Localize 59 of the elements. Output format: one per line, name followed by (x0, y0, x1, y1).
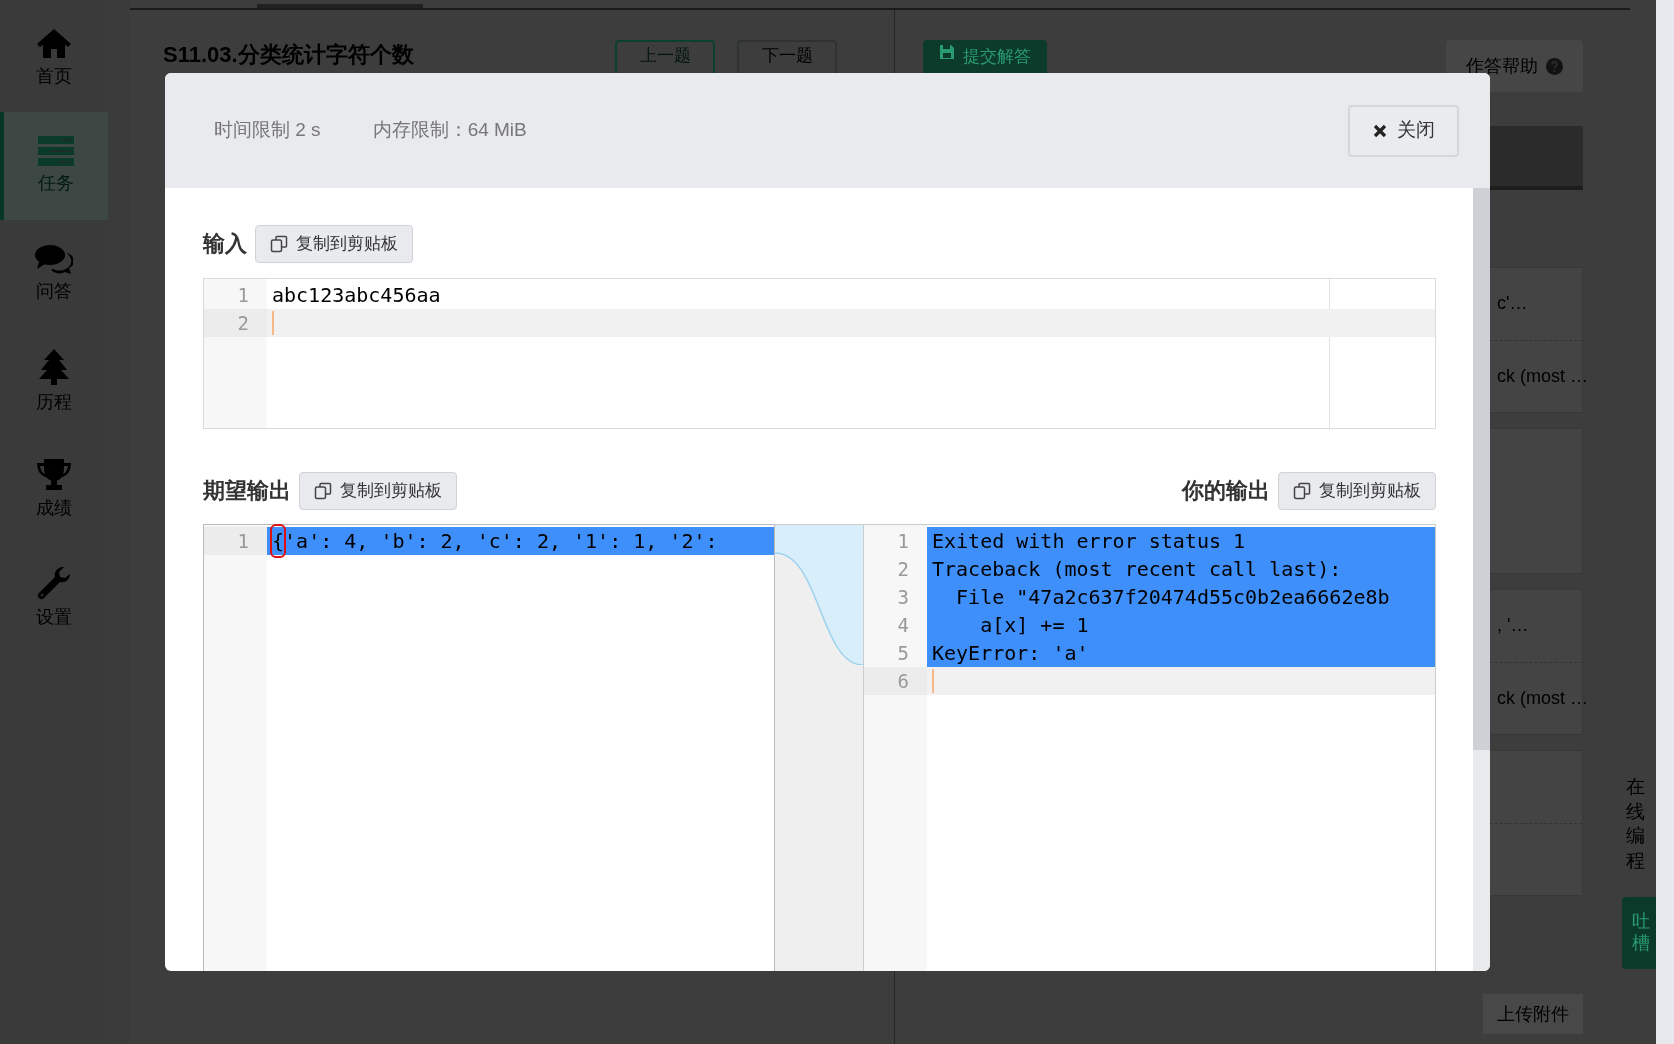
copy-icon (1293, 481, 1311, 500)
close-button[interactable]: 关闭 (1348, 104, 1459, 157)
line-number: 3 (896, 584, 910, 610)
line-number: 1 (896, 528, 910, 554)
line-number: 2 (896, 556, 910, 582)
save-icon (939, 44, 955, 60)
code-line: File "47a2c637f20474d55c0b2ea6662e8b (955, 584, 1390, 611)
sidebar-item[interactable]: 首页 (0, 4, 108, 112)
close-icon (1372, 123, 1387, 138)
copy-icon (270, 234, 288, 253)
trophy-icon (36, 458, 72, 491)
copy-button[interactable]: 复制到剪贴板 (299, 471, 457, 510)
upload-button[interactable]: 上传附件 (1483, 994, 1583, 1034)
result-text: ck (most … (1497, 364, 1588, 388)
line-number: 1 (236, 282, 250, 308)
sidebar-item[interactable]: 历程 (0, 328, 108, 436)
copy-button[interactable]: 复制到剪贴板 (255, 224, 413, 263)
house-icon (36, 26, 72, 59)
input-label: 输入 (203, 230, 247, 258)
expected-output-label: 期望输出 (203, 477, 291, 505)
actual-output-label: 你的输出 (1182, 477, 1270, 505)
code-line: KeyError: 'a' (932, 640, 1089, 667)
online-coding-tab[interactable]: 在线编程 (1626, 775, 1648, 874)
text-cursor (932, 669, 934, 693)
expected-output-editor[interactable]: 1 {'a': 4, 'b': 2, 'c': 2, '1': 1, '2': (203, 524, 775, 971)
matched-bracket: { (272, 526, 285, 556)
wrench-icon (37, 565, 71, 600)
input-editor[interactable]: 1 abc123abc456aa 2 (203, 278, 1436, 429)
sidebar-item[interactable]: 问答 (0, 220, 108, 328)
chat-bubbles-icon (35, 243, 73, 274)
result-text: c'… (1497, 292, 1528, 316)
line-number: 4 (896, 612, 910, 638)
dialog-scrollbar[interactable] (1473, 188, 1490, 971)
line-number: 6 (864, 666, 927, 696)
text-cursor (272, 311, 274, 335)
memory-limit: 内存限制：64 MiB (372, 118, 527, 143)
code-line: a[x] += 1 (979, 612, 1089, 639)
help-icon (1546, 57, 1563, 75)
problem-title: S11.03.分类统计字符个数 (163, 41, 415, 67)
result-text: ck (most … (1497, 686, 1588, 710)
list-icon (38, 135, 74, 166)
line-number: 2 (204, 308, 267, 338)
sidebar-item[interactable]: 任务 (0, 112, 108, 220)
copy-button[interactable]: 复制到剪贴板 (1278, 471, 1436, 510)
copy-icon (314, 481, 332, 500)
time-limit: 时间限制 2 s (214, 118, 321, 143)
sidebar-item[interactable]: 设置 (0, 544, 108, 652)
scrollbar-thumb[interactable] (1473, 188, 1490, 750)
result-text: , '… (1497, 614, 1529, 638)
code-line: abc123abc456aa (272, 282, 441, 309)
line-number: 5 (896, 640, 910, 666)
code-line: Traceback (most recent call last): (932, 556, 1342, 583)
code-line: 'a': 4, 'b': 2, 'c': 2, '1': 1, '2': (284, 528, 718, 555)
tree-icon (39, 348, 69, 385)
sidebar-item[interactable]: 成绩 (0, 436, 108, 544)
scrollbar[interactable] (1656, 0, 1674, 1044)
line-number: 1 (204, 526, 267, 556)
code-line: Exited with error status 1 (932, 528, 1246, 555)
actual-output-editor[interactable]: 1 Exited with error status 1 2 Traceback (most recent call last): 3 File "47a2c637f20474d55c0b2ea6662e8b 4 a[x] += 1 5 KeyError: 'a' 6 (863, 524, 1436, 971)
